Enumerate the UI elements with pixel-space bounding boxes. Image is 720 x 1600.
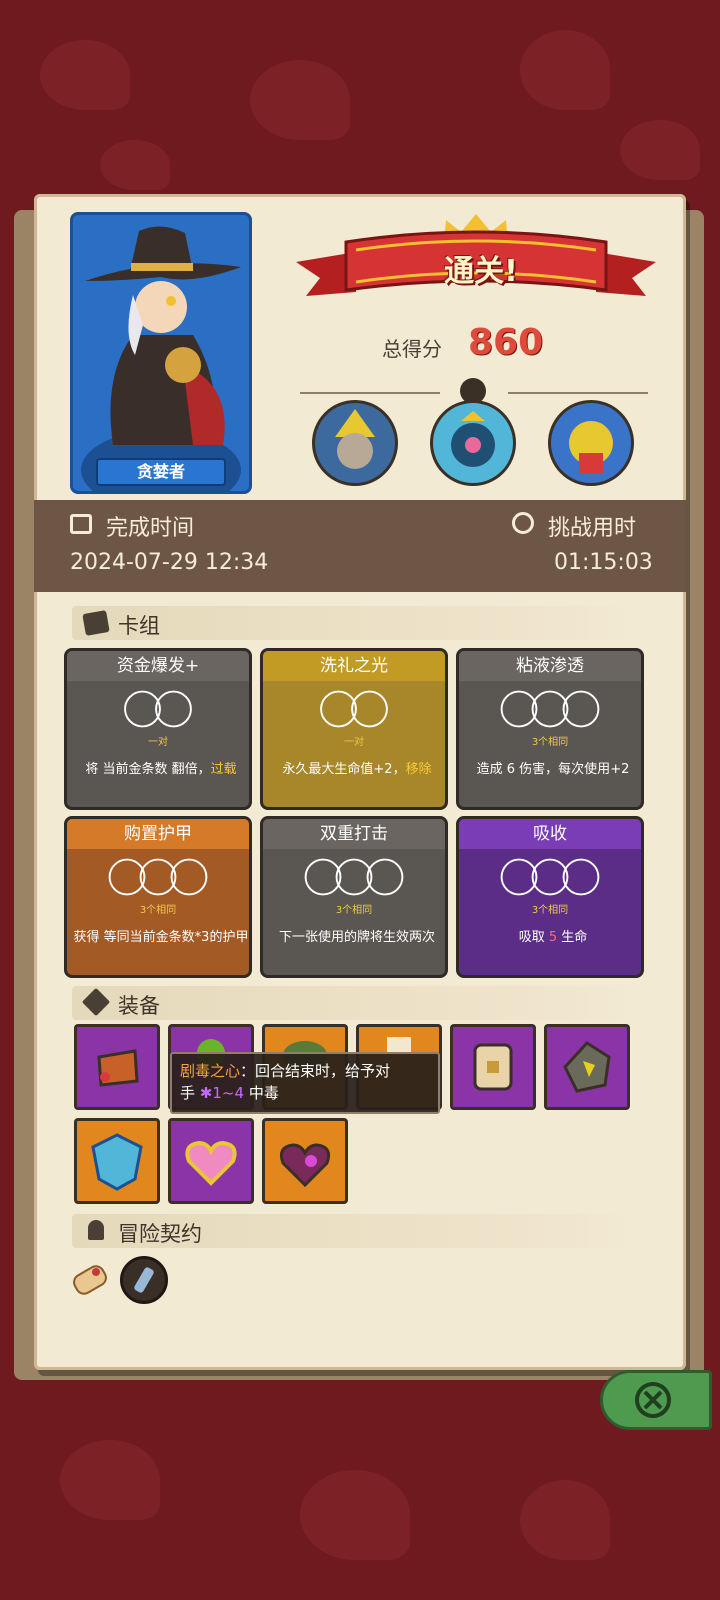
card-slots — [304, 858, 404, 896]
boss-portrait-3[interactable] — [548, 400, 634, 486]
divider-left — [300, 392, 440, 394]
deck-card[interactable]: 购置护甲 3个相同 获得 等同当前金条数*3的护甲 — [64, 816, 252, 978]
equipment-slot[interactable] — [544, 1024, 630, 1110]
bg-pattern — [100, 140, 170, 190]
card-name: 双重打击 — [263, 819, 445, 849]
poison-heart-icon — [279, 1143, 331, 1188]
bg-pattern — [300, 1470, 410, 1560]
duration-value: 01:15:03 — [554, 550, 653, 575]
card-desc: 获得 等同当前金条数*3的护甲 — [73, 930, 249, 945]
card-slots — [108, 858, 208, 896]
card-combo: 一对 — [148, 737, 168, 748]
card-name: 资金爆发+ — [67, 651, 249, 681]
person-icon — [88, 1220, 104, 1240]
card-name: 购置护甲 — [67, 819, 249, 849]
card-combo: 一对 — [344, 737, 364, 748]
card-name: 洗礼之光 — [263, 651, 445, 681]
card-desc: 永久最大生命值+2，移除 — [282, 762, 432, 777]
close-button[interactable] — [600, 1370, 712, 1430]
equipment-slot[interactable] — [168, 1118, 254, 1204]
cards-icon — [82, 610, 110, 636]
card-desc: 将 当前金条数 翻倍，过载 — [85, 762, 237, 777]
card-combo: 3个相同 — [139, 905, 177, 916]
card-slots — [500, 690, 600, 728]
boss-portrait-2[interactable] — [430, 400, 516, 486]
bg-pattern — [620, 120, 700, 180]
bg-pattern — [40, 40, 130, 110]
card-desc: 吸取 5 生命 — [518, 930, 588, 945]
shield-icon — [91, 1133, 143, 1191]
bracer-icon — [97, 1049, 139, 1087]
card-combo: 3个相同 — [335, 905, 373, 916]
film-icon — [70, 514, 92, 534]
deck-card[interactable]: 吸收 3个相同 吸取 5 生命 — [456, 816, 644, 978]
equipment-slot[interactable] — [262, 1118, 348, 1204]
boss-portrait-1[interactable] — [312, 400, 398, 486]
card-slots — [124, 690, 192, 728]
duration-label: 挑战用时 — [548, 516, 637, 541]
stopwatch-icon — [512, 512, 534, 534]
card-name: 吸收 — [459, 819, 641, 849]
equipment-slot[interactable] — [450, 1024, 536, 1110]
divider-right — [508, 392, 648, 394]
heart-amulet-icon — [185, 1140, 237, 1186]
scroll-icon — [473, 1043, 513, 1091]
equipment-tooltip: 剧毒之心：回合结束时，给予对 手 ✱1~4 中毒 — [170, 1052, 440, 1114]
card-desc: 造成 6 伤害，每次使用+2 — [476, 762, 630, 777]
deck-card[interactable]: 双重打击 3个相同 下一张使用的牌将生效两次 — [260, 816, 448, 978]
card-slots — [500, 858, 600, 896]
card-combo: 3个相同 — [531, 905, 569, 916]
deck-card[interactable]: 资金爆发+ 一对 将 当前金条数 翻倍，过载 — [64, 648, 252, 810]
score-value: 860 — [468, 322, 544, 363]
card-slots — [320, 690, 388, 728]
score-label: 总得分 — [382, 337, 442, 361]
victory-title: 通关! — [444, 254, 518, 289]
completion-label: 完成时间 — [106, 516, 195, 541]
card-desc: 下一张使用的牌将生效两次 — [278, 930, 436, 945]
equipment-slot[interactable] — [74, 1118, 160, 1204]
bg-pattern — [250, 60, 350, 140]
bg-pattern — [520, 30, 610, 110]
deck-card[interactable]: 洗礼之光 一对 永久最大生命值+2，移除 — [260, 648, 448, 810]
character-name: 贪婪者 — [96, 458, 226, 486]
contracts-title: 冒险契约 — [118, 1222, 202, 1246]
card-name: 粘液渗透 — [459, 651, 641, 681]
character-portrait — [70, 212, 252, 494]
contract-vial-icon[interactable] — [120, 1256, 168, 1304]
bg-pattern — [520, 1480, 610, 1560]
equipment-title: 装备 — [118, 994, 160, 1018]
bg-pattern — [60, 1440, 160, 1520]
card-combo: 3个相同 — [531, 737, 569, 748]
close-icon — [635, 1382, 671, 1418]
completion-value: 2024-07-29 12:34 — [70, 550, 269, 575]
deck-card[interactable]: 粘液渗透 3个相同 造成 6 伤害，每次使用+2 — [456, 648, 644, 810]
equipment-slot[interactable] — [74, 1024, 160, 1110]
stone-icon — [563, 1041, 611, 1093]
contract-scroll-icon[interactable] — [66, 1256, 114, 1304]
deck-title: 卡组 — [118, 614, 160, 638]
